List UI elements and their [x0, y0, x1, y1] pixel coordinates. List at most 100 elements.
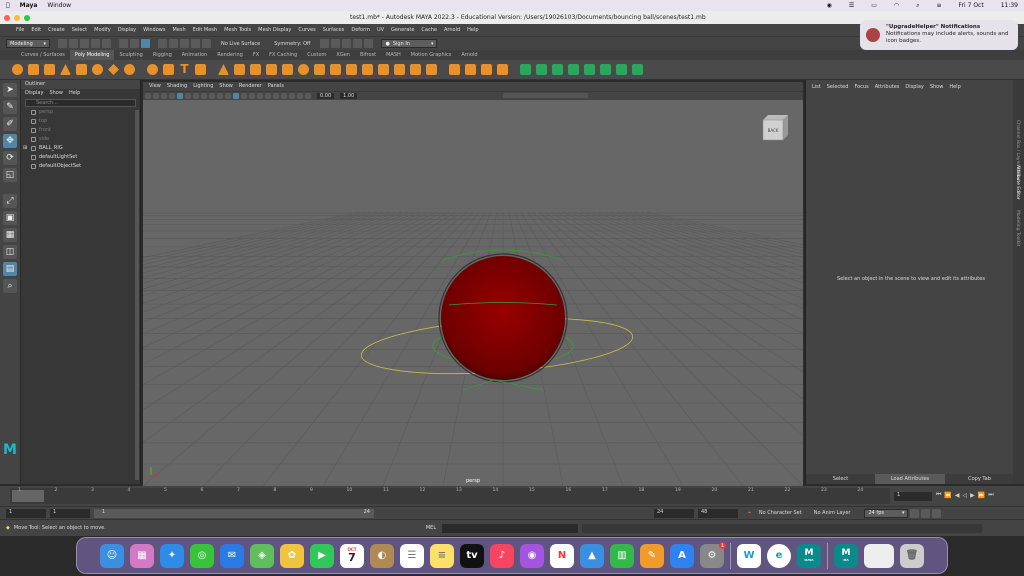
shelf-tab-fx-caching[interactable]: FX Caching: [264, 50, 302, 60]
poly-prism-icon[interactable]: [108, 64, 119, 75]
finder-icon[interactable]: ☺: [100, 543, 124, 568]
status-icon[interactable]: ☰: [849, 2, 854, 9]
music-icon[interactable]: ♪: [490, 543, 514, 568]
menu-deform[interactable]: Deform: [351, 27, 370, 33]
outliner-menu-help[interactable]: Help: [69, 89, 80, 98]
search-icon[interactable]: ⌕: [916, 2, 919, 10]
maya-app-icon[interactable]: M MAYA: [797, 543, 821, 568]
last-tool-icon[interactable]: ⤢: [3, 194, 17, 208]
bookmark-icon[interactable]: [161, 93, 167, 99]
shelf-tab-mash[interactable]: MASH: [381, 50, 406, 60]
menu-modify[interactable]: Modify: [94, 27, 111, 33]
shelf-tab-arnold[interactable]: Arnold: [456, 50, 482, 60]
play-back-icon[interactable]: ◁: [963, 492, 968, 499]
two-view-icon[interactable]: ◫: [3, 245, 17, 259]
outliner-menu-show[interactable]: Show: [49, 89, 63, 98]
load-attributes-button[interactable]: Load Attributes: [875, 474, 945, 484]
menu-display[interactable]: Display: [118, 27, 136, 33]
smooth-shade-icon[interactable]: [233, 93, 239, 99]
outliner-item-default-object-set[interactable]: defaultObjectSet: [21, 162, 140, 171]
super-shape-icon[interactable]: [163, 64, 174, 75]
isolate-icon[interactable]: [297, 93, 303, 99]
select-button[interactable]: Select: [806, 476, 875, 482]
planar-map-icon[interactable]: [536, 64, 547, 75]
menu-help[interactable]: Help: [467, 27, 478, 33]
menu-file[interactable]: File: [16, 27, 24, 33]
poly-type-icon[interactable]: T: [179, 63, 190, 75]
menu-create[interactable]: Create: [48, 27, 65, 33]
outliner-layout-icon[interactable]: ▤: [3, 262, 17, 276]
multi-cut-icon[interactable]: [410, 64, 421, 75]
render-icon[interactable]: [331, 39, 341, 48]
attr-menu-focus[interactable]: Focus: [854, 84, 868, 90]
messages-icon[interactable]: ◎: [190, 543, 214, 568]
extrude-icon[interactable]: [330, 64, 341, 75]
live-surface-label[interactable]: No Live Surface: [221, 41, 260, 47]
system-preferences-icon[interactable]: ⚙ 1: [700, 541, 726, 568]
outliner-item-side[interactable]: side: [21, 135, 140, 144]
scale-tool-icon[interactable]: ◱: [3, 168, 17, 182]
smooth-icon[interactable]: [250, 64, 261, 75]
shelf-tab-xgen[interactable]: XGen: [331, 50, 355, 60]
character-set-label[interactable]: No Character Set: [759, 510, 802, 516]
poly-helix-icon[interactable]: [147, 64, 158, 75]
select-component-icon[interactable]: [141, 39, 150, 48]
menu-arnold[interactable]: Arnold: [444, 27, 460, 33]
cut-uv-icon[interactable]: [632, 64, 643, 75]
outliner-item-top[interactable]: top: [21, 117, 140, 126]
four-view-icon[interactable]: ▦: [3, 228, 17, 242]
mac-window-menu[interactable]: Window: [47, 2, 71, 9]
gate-mask-icon[interactable]: [201, 93, 207, 99]
uv-editor-icon[interactable]: [520, 64, 531, 75]
film-gate-icon[interactable]: [185, 93, 191, 99]
poly-plane-icon[interactable]: [76, 64, 87, 75]
camera-select-icon[interactable]: [145, 93, 151, 99]
outliner-menu-display[interactable]: Display: [25, 89, 43, 98]
antialias-icon[interactable]: [289, 93, 295, 99]
apple-icon[interactable]: : [6, 2, 10, 9]
ipr-render-icon[interactable]: [342, 39, 352, 48]
mel-label[interactable]: MEL: [426, 525, 436, 531]
mode-dropdown[interactable]: Modeling ▾: [6, 39, 50, 48]
step-back-key-icon[interactable]: ⏪: [944, 492, 951, 499]
ao-icon[interactable]: [273, 93, 279, 99]
lasso-tool-icon[interactable]: ✎: [3, 100, 17, 114]
shelf-tab-rigging[interactable]: Rigging: [148, 50, 177, 60]
shelf-tab-curves-surfaces[interactable]: Curves / Surfaces: [16, 50, 70, 60]
redo-icon[interactable]: [102, 39, 111, 48]
app-store-icon[interactable]: A: [670, 543, 694, 568]
camera-attr-icon[interactable]: [153, 93, 159, 99]
grid-icon[interactable]: [177, 93, 183, 99]
attr-menu-show[interactable]: Show: [930, 84, 944, 90]
current-frame-field[interactable]: 1: [894, 492, 932, 501]
poly-cube-icon[interactable]: [28, 64, 39, 75]
shelf-tab-custom[interactable]: Custom: [302, 50, 331, 60]
sound-icon[interactable]: [932, 508, 942, 518]
notification-banner[interactable]: "UpgradeHelper" Notifications Notificati…: [860, 20, 1018, 50]
podcasts-icon[interactable]: ◉: [520, 543, 544, 568]
control-center-icon[interactable]: ≡: [937, 2, 942, 9]
select-object-icon[interactable]: [130, 39, 139, 48]
cylindrical-map-icon[interactable]: [552, 64, 563, 75]
close-window-button[interactable]: [4, 14, 10, 21]
unfold-icon[interactable]: [600, 64, 611, 75]
wifi-icon[interactable]: ◠: [894, 2, 899, 9]
viewport-scene[interactable]: BACK persp: [143, 100, 803, 486]
minimize-window-button[interactable]: [14, 14, 20, 21]
poly-sphere-icon[interactable]: [12, 64, 23, 75]
poly-pipe-icon[interactable]: [124, 64, 135, 75]
shelf-tab-animation[interactable]: Animation: [177, 50, 213, 60]
wireframe-on-shaded-icon[interactable]: [241, 93, 247, 99]
range-bar[interactable]: 1 24: [94, 508, 374, 518]
copy-tab-button[interactable]: Copy Tab: [945, 476, 1014, 482]
menu-mesh-tools[interactable]: Mesh Tools: [224, 27, 251, 33]
play-forward-icon[interactable]: ▶: [970, 492, 975, 499]
tab-attribute-editor[interactable]: Attribute Editor: [1015, 165, 1020, 200]
bevel-icon[interactable]: [346, 64, 357, 75]
rotate-tool-icon[interactable]: ⟳: [3, 151, 17, 165]
select-tool-icon[interactable]: ➤: [3, 83, 17, 97]
zoom-icon[interactable]: ⌕: [3, 279, 17, 293]
shadows-icon[interactable]: [265, 93, 271, 99]
sign-in-dropdown[interactable]: ● Sign In ▾: [381, 39, 438, 48]
attr-menu-selected[interactable]: Selected: [827, 84, 849, 90]
